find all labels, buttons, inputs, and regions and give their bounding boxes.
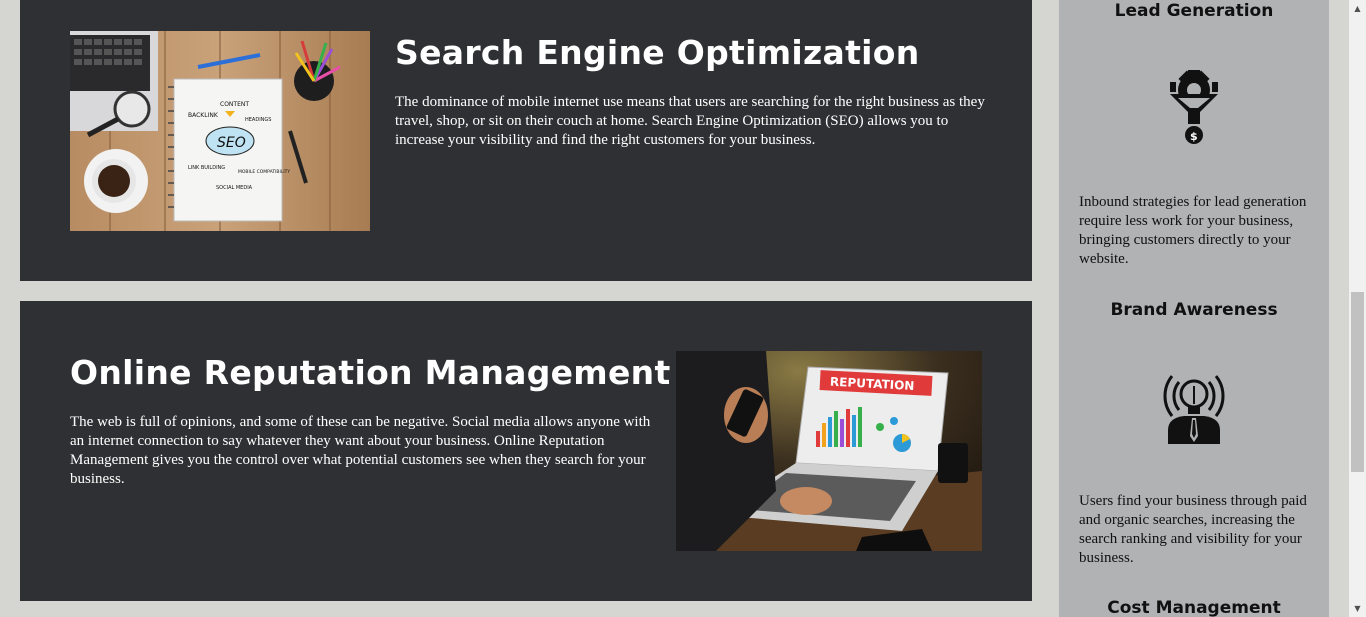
orm-description: The web is full of opinions, and some of… <box>70 414 651 487</box>
benefits-sidebar: Lead Generation $ Inbound strategies for… <box>1059 0 1329 617</box>
orm-image: REPUTATION <box>676 351 982 551</box>
scroll-up-arrow-icon[interactable]: ▲ <box>1349 0 1366 17</box>
lead-generation-title: Lead Generation <box>1114 1 1274 21</box>
seo-image-word-seo: SEO <box>217 135 246 151</box>
brand-awareness-title: Brand Awareness <box>1110 300 1278 320</box>
seo-image-word-content: CONTENT <box>220 101 249 108</box>
seo-section: SEO BACKLINK CONTENT HEADINGS LINK BUILD… <box>20 0 1032 281</box>
seo-title: Search Engine Optimization <box>395 33 920 72</box>
seo-image-word-link-building: LINK BUILDING <box>188 165 225 171</box>
orm-title: Online Reputation Management <box>70 353 671 392</box>
cost-management-title: Cost Management <box>1107 598 1281 617</box>
seo-image-word-headings: HEADINGS <box>245 117 271 123</box>
funnel-gear-icon: $ <box>1154 66 1234 146</box>
scroll-thumb[interactable] <box>1351 292 1364 472</box>
lead-generation-text: Inbound strategies for lead generation r… <box>1079 194 1307 267</box>
seo-description: The dominance of mobile internet use mea… <box>395 94 985 148</box>
brand-awareness-text: Users find your business through paid an… <box>1079 493 1307 566</box>
svg-text:$: $ <box>1190 130 1198 143</box>
orm-section: Online Reputation Management The web is … <box>20 301 1032 601</box>
page-scrollbar[interactable]: ▲ ▼ <box>1349 0 1366 617</box>
seo-image: SEO BACKLINK CONTENT HEADINGS LINK BUILD… <box>70 31 370 231</box>
seo-image-word-backlink: BACKLINK <box>188 112 219 119</box>
seo-image-word-social: SOCIAL MEDIA <box>216 185 253 191</box>
scroll-down-arrow-icon[interactable]: ▼ <box>1349 600 1366 617</box>
lightbulb-person-icon <box>1154 366 1234 446</box>
seo-image-word-mobile: MOBILE COMPATIBILITY <box>238 169 290 175</box>
